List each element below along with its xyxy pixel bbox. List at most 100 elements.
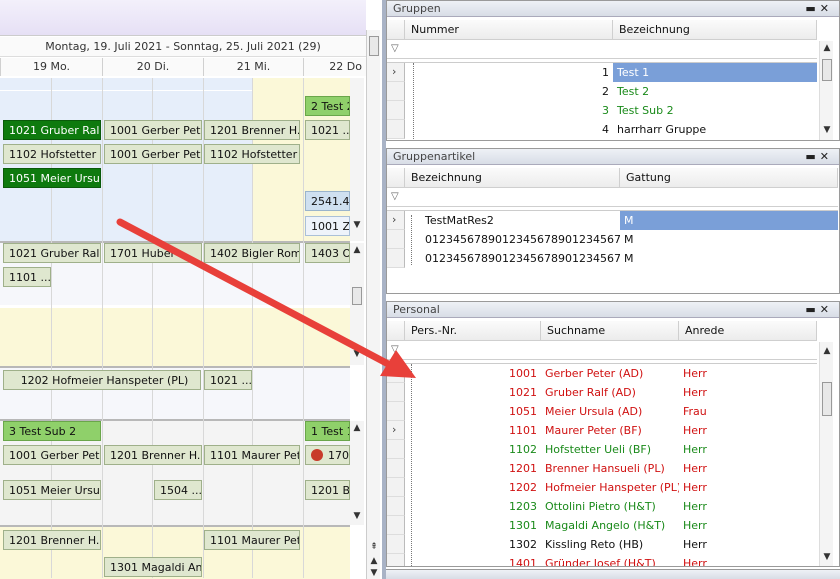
pers-anrede[interactable]: Frau	[679, 402, 817, 421]
event[interactable]: 1301 Magaldi An...	[104, 557, 202, 577]
pers-nr[interactable]: 1203	[421, 497, 541, 516]
event[interactable]: 1201 Brenner H...	[104, 445, 202, 465]
row-indicator[interactable]	[387, 535, 405, 554]
pers-anrede[interactable]: Herr	[679, 440, 817, 459]
event[interactable]: 1102 Hofstetter ...	[204, 144, 300, 164]
row-indicator[interactable]: ›	[387, 421, 405, 440]
col-bezeichnung[interactable]: Bezeichnung	[613, 20, 817, 40]
event[interactable]: 1051 Meier Ursul...	[3, 480, 101, 500]
gruppe-nummer[interactable]: 3	[423, 101, 613, 120]
row-scrollbar[interactable]: ▼	[350, 78, 364, 241]
col-gattung[interactable]: Gattung	[620, 168, 838, 188]
col-persnr[interactable]: Pers.-Nr.	[405, 321, 541, 341]
personal-scrollbar[interactable]: ▲ ▼	[819, 342, 834, 566]
pers-nr[interactable]: 1101	[421, 421, 541, 440]
scroll-thumb[interactable]	[822, 59, 832, 81]
pers-suchname[interactable]: Ottolini Pietro (H&T)	[541, 497, 679, 516]
pers-suchname[interactable]: Hofmeier Hanspeter (PL)	[541, 478, 679, 497]
pers-suchname[interactable]: Gründer Josef (H&T)	[541, 554, 679, 566]
event[interactable]: 1102 Hofstetter ...	[3, 144, 101, 164]
row-indicator[interactable]	[387, 120, 405, 139]
row-indicator[interactable]	[387, 82, 405, 101]
pers-anrede[interactable]: Herr	[679, 554, 817, 566]
minimize-icon[interactable]: ▬	[805, 2, 819, 15]
gruppen-scrollbar[interactable]: ▲ ▼	[819, 41, 833, 140]
pers-anrede[interactable]: Herr	[679, 383, 817, 402]
artikel-gattung[interactable]: M	[620, 249, 838, 268]
gruppe-bezeichnung[interactable]: Test Sub 2	[613, 101, 817, 120]
row-indicator[interactable]	[387, 383, 405, 402]
pers-suchname[interactable]: Gruber Ralf (AD)	[541, 383, 679, 402]
scroll-up-icon[interactable]: ▲	[820, 344, 834, 358]
scroll-down-icon[interactable]: ▼	[350, 509, 364, 523]
row-indicator[interactable]	[387, 516, 405, 535]
pers-nr[interactable]: 1051	[421, 402, 541, 421]
pers-nr[interactable]: 1302	[421, 535, 541, 554]
pers-suchname[interactable]: Meier Ursula (AD)	[541, 402, 679, 421]
pers-nr[interactable]: 1301	[421, 516, 541, 535]
pers-anrede[interactable]: Herr	[679, 497, 817, 516]
scroll-thumb[interactable]	[822, 382, 832, 416]
col-suchname[interactable]: Suchname	[541, 321, 679, 341]
event[interactable]: 1001 Gerber Pet...	[3, 445, 101, 465]
event[interactable]: 1021 ...	[204, 370, 252, 390]
gruppe-bezeichnung[interactable]: Test 2	[613, 82, 817, 101]
scroll-down-icon[interactable]: ▼	[367, 566, 381, 579]
event[interactable]: 170	[305, 445, 350, 465]
artikel-gattung[interactable]: M	[620, 230, 838, 249]
minimize-icon[interactable]: ▬	[805, 303, 819, 316]
minimize-icon[interactable]: ▬	[805, 150, 819, 163]
pers-suchname[interactable]: Maurer Peter (BF)	[541, 421, 679, 440]
close-icon[interactable]: ✕	[820, 2, 833, 15]
pers-anrede[interactable]: Herr	[679, 535, 817, 554]
event[interactable]: 1001 Gerber Pet...	[104, 120, 202, 140]
scroll-thumb[interactable]	[369, 36, 379, 56]
calendar-scrollbar[interactable]: ⇞ ▲ ▼	[366, 30, 380, 579]
event[interactable]: 1201 Brenner H...	[204, 120, 300, 140]
pers-anrede[interactable]: Herr	[679, 364, 817, 383]
day-header-do[interactable]: 22 Do	[303, 58, 366, 76]
pers-suchname[interactable]: Brenner Hansueli (PL)	[541, 459, 679, 478]
event[interactable]: 1202 Hofmeier Hanspeter (PL)	[3, 370, 201, 390]
gruppe-nummer[interactable]: 1	[423, 63, 613, 82]
scroll-thumb[interactable]	[352, 287, 362, 305]
row-indicator[interactable]	[387, 230, 405, 249]
scroll-up-icon[interactable]: ▲	[350, 243, 364, 257]
col-anrede[interactable]: Anrede	[679, 321, 817, 341]
pers-suchname[interactable]: Magaldi Angelo (H&T)	[541, 516, 679, 535]
event[interactable]: 1021 Gruber Ral...	[3, 120, 101, 140]
gruppe-nummer[interactable]: 2	[423, 82, 613, 101]
event[interactable]: 1504 ...	[154, 480, 202, 500]
row-indicator[interactable]	[387, 101, 405, 120]
day-header-mo[interactable]: 19 Mo.	[0, 58, 102, 76]
event[interactable]: 1201 Brenner H...	[3, 530, 101, 550]
day-header-di[interactable]: 20 Di.	[102, 58, 203, 76]
event[interactable]: 1101 ...	[3, 267, 51, 287]
row-indicator[interactable]	[387, 497, 405, 516]
event[interactable]: 1021 Gruber Ral...	[3, 243, 101, 263]
row-indicator[interactable]	[387, 478, 405, 497]
pers-anrede[interactable]: Herr	[679, 459, 817, 478]
gruppe-bezeichnung[interactable]: Test 1	[613, 63, 817, 82]
row-indicator[interactable]	[387, 402, 405, 421]
col-nummer[interactable]: Nummer	[405, 20, 613, 40]
event[interactable]: 1001 Gerber Pet...	[104, 144, 202, 164]
col-bezeichnung[interactable]: Bezeichnung	[405, 168, 620, 188]
pers-anrede[interactable]: Herr	[679, 516, 817, 535]
row-scrollbar[interactable]: ▲ ▼	[350, 243, 364, 365]
close-icon[interactable]: ✕	[820, 303, 833, 316]
gruppe-bezeichnung[interactable]: harrharr Gruppe	[613, 120, 817, 139]
filter-row[interactable]: ▽	[387, 342, 817, 360]
row-indicator[interactable]	[387, 364, 405, 383]
filter-row[interactable]: ▽	[387, 41, 817, 59]
pers-suchname[interactable]: Hofstetter Ueli (BF)	[541, 440, 679, 459]
event[interactable]: 2541.41	[305, 191, 350, 211]
filter-row[interactable]: ▽	[387, 189, 838, 207]
scroll-down-icon[interactable]: ▼	[820, 550, 834, 564]
event[interactable]: 3 Test Sub 2	[3, 421, 101, 441]
event[interactable]: 1403 Ot	[305, 243, 350, 263]
event[interactable]: 1051 Meier Ursul...	[3, 168, 101, 188]
gruppe-nummer[interactable]: 4	[423, 120, 613, 139]
row-indicator[interactable]	[387, 554, 405, 566]
pers-nr[interactable]: 1102	[421, 440, 541, 459]
